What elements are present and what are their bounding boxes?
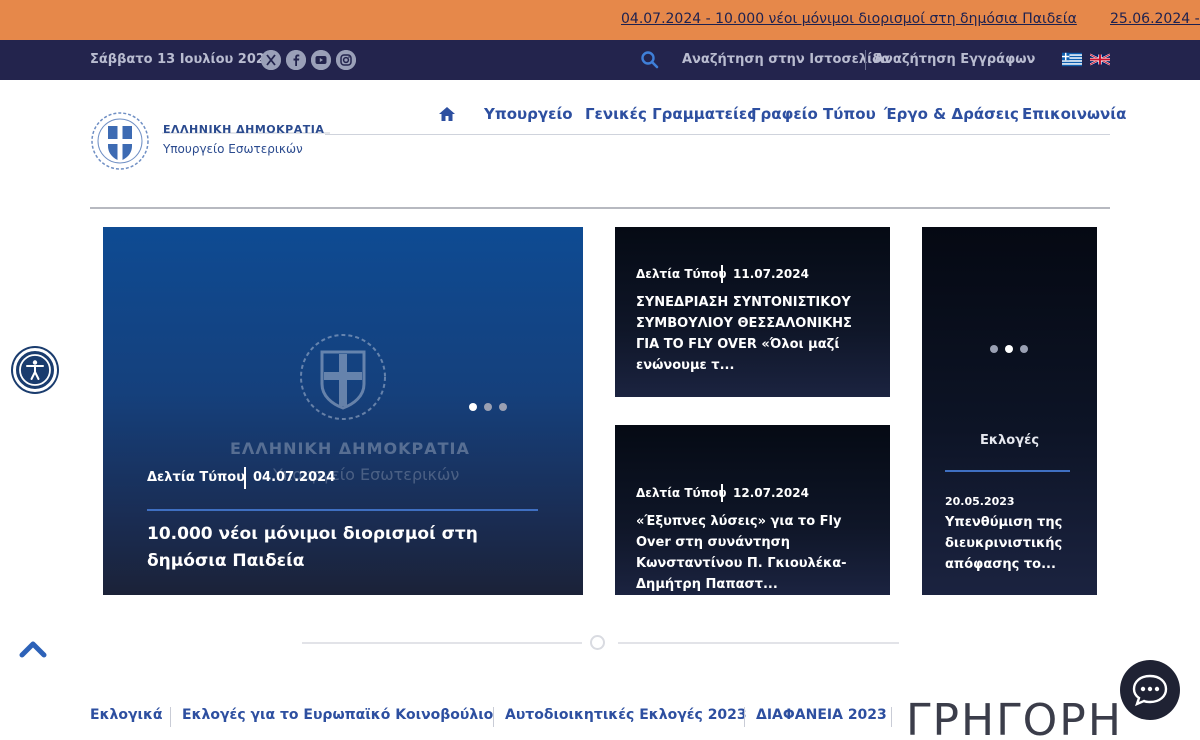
x-icon[interactable] (261, 50, 281, 70)
home-icon[interactable] (437, 104, 457, 124)
nav-projects[interactable]: Έργο & Δράσεις (884, 105, 1019, 123)
accessibility-icon (19, 354, 51, 386)
divider (891, 707, 892, 727)
instagram-icon[interactable] (336, 50, 356, 70)
carousel-dots (990, 338, 1035, 357)
divider (493, 707, 494, 727)
card-title[interactable]: ΣΥΝΕΔΡΙΑΣΗ ΣΥΝΤΟΝΙΣΤΙΚΟΥ ΣΥΜΒΟΥΛΙΟΥ ΘΕΣΣ… (636, 292, 856, 376)
current-date: Σάββατο 13 Ιουλίου 2024 (90, 52, 274, 67)
card-rule (945, 470, 1070, 472)
carousel-dot[interactable] (1005, 345, 1013, 353)
ticker-link[interactable]: 25.06.2024 - « (1110, 11, 1200, 27)
carousel-dot[interactable] (484, 403, 492, 411)
carousel-dot[interactable] (499, 403, 507, 411)
news-card[interactable]: Δελτία Τύπου 12.07.2024 «Έξυπνες λύσεις»… (615, 425, 890, 595)
divider (170, 707, 171, 727)
quick-link[interactable]: Εκλογές για το Ευρωπαϊκό Κοινοβούλιο (182, 707, 493, 723)
card-category[interactable]: Δελτία Τύπου (636, 267, 726, 281)
chevron-up-icon (19, 641, 47, 658)
slider-track (618, 642, 899, 644)
quick-link[interactable]: Εκλογικά (90, 707, 163, 723)
coat-of-arms-icon (300, 334, 386, 420)
news-ticker: 04.07.2024 - 10.000 νέοι μόνιμοι διορισμ… (0, 0, 1200, 40)
nav-press-office[interactable]: Γραφείο Τύπου (751, 105, 876, 123)
youtube-icon[interactable] (311, 50, 331, 70)
ticker-link[interactable]: 04.07.2024 - 10.000 νέοι μόνιμοι διορισμ… (621, 11, 1077, 27)
card-title[interactable]: Υπενθύμιση της διευκρινιστικής απόφασης … (945, 512, 1080, 575)
accessibility-button[interactable] (13, 348, 57, 392)
quick-link[interactable]: Αυτοδιοικητικές Εκλογές 2023 (505, 707, 747, 723)
card-rule (147, 509, 538, 511)
divider (721, 265, 723, 283)
chat-button[interactable] (1120, 660, 1180, 720)
divider (244, 467, 246, 489)
card-category[interactable]: Εκλογές (922, 433, 1097, 448)
nav-ministry[interactable]: Υπουργείο (484, 105, 573, 123)
search-icon[interactable] (640, 50, 660, 70)
documents-search-link[interactable]: Αναζήτηση Εγγράφων (874, 52, 1035, 67)
featured-news-card[interactable]: ΕΛΛΗΝΙΚΗ ΔΗΜΟΚΡΑΤΙΑ Υπουργείο Εσωτερικών… (103, 227, 583, 595)
nav-underline (325, 134, 1110, 135)
facebook-icon[interactable] (286, 50, 306, 70)
nav-general-secretariats[interactable]: Γενικές Γραμματείες (585, 105, 756, 123)
section-heading: ΓΡΗΓΟΡΗ (906, 695, 1123, 740)
greek-flag-icon[interactable] (1062, 52, 1082, 67)
card-category[interactable]: Δελτία Τύπου (636, 486, 726, 500)
header-divider (90, 207, 1110, 209)
logo-title: ΕΛΛΗΝΙΚΗ ΔΗΜΟΚΡΑΤΙΑ (163, 123, 325, 136)
news-card[interactable]: Δελτία Τύπου 11.07.2024 ΣΥΝΕΔΡΙΑΣΗ ΣΥΝΤΟ… (615, 227, 890, 397)
site-search-link[interactable]: Αναζήτηση στην Ιστοσελίδα (682, 52, 890, 67)
card-date: 20.05.2023 (945, 495, 1015, 508)
card-date: 04.07.2024 (253, 470, 336, 485)
carousel-dot[interactable] (469, 403, 477, 411)
carousel-dot[interactable] (990, 345, 998, 353)
logo-subtitle: Υπουργείο Εσωτερικών (163, 142, 303, 156)
card-date: 12.07.2024 (733, 486, 809, 500)
card-category[interactable]: Δελτία Τύπου (147, 470, 245, 485)
divider (744, 707, 745, 727)
ministry-logo[interactable]: ΕΛΛΗΝΙΚΗ ΔΗΜΟΚΡΑΤΙΑ Υπουργείο Εσωτερικών (90, 110, 330, 172)
chat-bubble-icon (1132, 674, 1168, 707)
slider-track (302, 642, 582, 644)
elections-card[interactable]: Εκλογές 20.05.2023 Υπενθύμιση της διευκρ… (922, 227, 1097, 595)
quick-link[interactable]: ΔΙΑΦΑΝΕΙΑ 2023 (756, 707, 887, 723)
uk-flag-icon[interactable] (1090, 52, 1110, 67)
carousel-dots (469, 396, 514, 415)
card-date: 11.07.2024 (733, 267, 809, 281)
card-title[interactable]: «Έξυπνες λύσεις» για το Fly Over στη συν… (636, 511, 856, 595)
carousel-dot[interactable] (1020, 345, 1028, 353)
divider (865, 50, 866, 70)
watermark-title: ΕΛΛΗΝΙΚΗ ΔΗΜΟΚΡΑΤΙΑ (230, 439, 470, 458)
coat-of-arms-icon (91, 112, 330, 170)
slider-handle[interactable] (590, 635, 605, 650)
nav-contact[interactable]: Επικοινωνία (1022, 105, 1126, 123)
scroll-to-top-button[interactable] (18, 636, 48, 660)
card-title[interactable]: 10.000 νέοι μόνιμοι διορισμοί στη δημόσι… (147, 521, 527, 575)
top-bar: Σάββατο 13 Ιουλίου 2024 Αναζήτηση στην Ι… (0, 40, 1200, 80)
divider (721, 484, 723, 502)
